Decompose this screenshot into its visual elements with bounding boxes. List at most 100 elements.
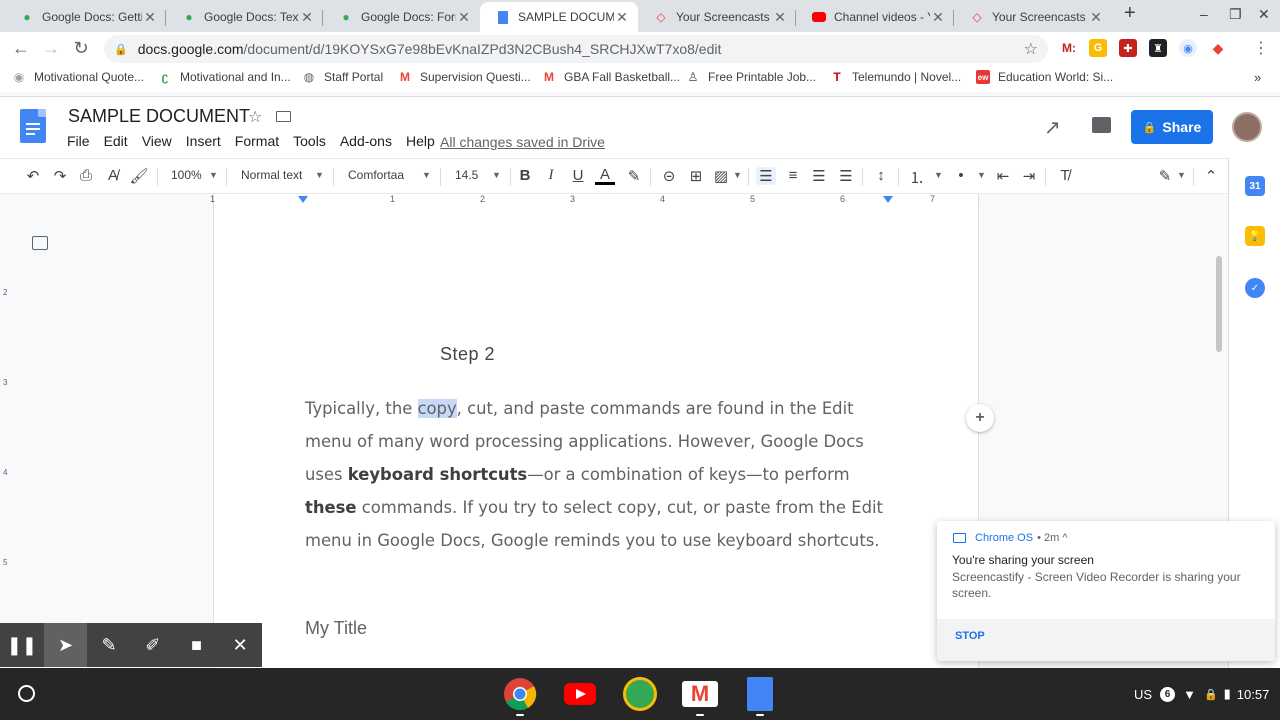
bold-icon[interactable]: B <box>515 167 535 184</box>
docs-logo-icon[interactable] <box>20 109 46 143</box>
back-icon[interactable]: ← <box>10 38 32 59</box>
extension-icon[interactable]: ◉ <box>1179 39 1197 57</box>
spellcheck-icon[interactable]: A̸ <box>103 167 123 184</box>
avatar[interactable] <box>1232 112 1262 142</box>
print-icon[interactable]: ⎙ <box>76 167 96 184</box>
bookmark-item[interactable]: ew Education World: Si... <box>976 70 1113 84</box>
menu-tools[interactable]: Tools <box>286 133 333 149</box>
menu-help[interactable]: Help <box>399 133 442 149</box>
paint-format-icon[interactable]: 🖌 <box>129 167 149 185</box>
highlight-icon[interactable]: ✎ <box>624 167 644 185</box>
align-left-icon[interactable]: ☰ <box>756 167 776 185</box>
restore-icon[interactable]: ❐ <box>1229 6 1242 23</box>
activity-dashboard-icon[interactable]: ↗ <box>1044 115 1061 140</box>
menu-format[interactable]: Format <box>228 133 286 149</box>
insert-image-icon[interactable]: ▨ <box>711 167 731 185</box>
clear-formatting-icon[interactable]: T̸ <box>1055 167 1075 184</box>
calendar-icon[interactable]: 31 <box>1245 176 1265 196</box>
bookmark-item[interactable]: ◉ Motivational Quote... <box>12 70 144 84</box>
chrome-icon[interactable] <box>502 676 538 712</box>
undo-icon[interactable]: ↶ <box>23 167 43 185</box>
close-tab-icon[interactable]: ✕ <box>614 9 630 26</box>
collapse-menus-icon[interactable]: ⌃ <box>1201 167 1221 185</box>
menu-insert[interactable]: Insert <box>179 133 228 149</box>
text-color-icon[interactable]: A <box>595 167 615 185</box>
menu-addons[interactable]: Add-ons <box>333 133 399 149</box>
redo-icon[interactable]: ↷ <box>50 167 70 185</box>
youtube-icon[interactable] <box>562 676 598 712</box>
close-window-icon[interactable]: ✕ <box>1258 6 1270 23</box>
notification-meta[interactable]: • 2m ^ <box>1037 532 1067 544</box>
star-icon[interactable]: ☆ <box>248 107 262 127</box>
menu-view[interactable]: View <box>135 133 179 149</box>
close-tab-icon[interactable]: ✕ <box>299 9 315 26</box>
justify-icon[interactable]: ☰ <box>836 167 856 185</box>
highlighter-icon[interactable]: ✐ <box>131 623 175 667</box>
status-tray[interactable]: US 6 ▼ 🔒 ▮ 10:57 <box>1134 680 1269 708</box>
share-button[interactable]: 🔒 Share <box>1131 110 1213 144</box>
decrease-indent-icon[interactable]: ⇤ <box>993 167 1013 185</box>
close-tab-icon[interactable]: ✕ <box>142 9 158 26</box>
line-spacing-icon[interactable]: ↕ <box>871 167 891 184</box>
browser-tab[interactable]: ◇ Your Screencasts - ✕ <box>638 2 796 32</box>
browser-tab[interactable]: Channel videos - Yo ✕ <box>796 2 954 32</box>
right-indent-marker[interactable] <box>883 196 893 203</box>
close-tab-icon[interactable]: ✕ <box>772 9 788 26</box>
align-center-icon[interactable]: ≡ <box>783 167 803 184</box>
insert-comment-icon[interactable]: ⊞ <box>686 167 706 185</box>
forward-icon[interactable]: → <box>40 38 62 59</box>
document-title[interactable]: SAMPLE DOCUMENT <box>68 106 250 127</box>
extension-icon[interactable]: G <box>1089 39 1107 57</box>
link-icon[interactable]: ⊝ <box>659 167 679 185</box>
save-status[interactable]: All changes saved in Drive <box>440 134 605 150</box>
italic-icon[interactable]: I <box>541 167 561 184</box>
move-folder-icon[interactable] <box>276 111 291 122</box>
bookmark-item[interactable]: ʗ Motivational and In... <box>158 70 291 84</box>
menu-file[interactable]: File <box>60 133 97 149</box>
close-icon[interactable]: ✕ <box>218 623 262 667</box>
menu-edit[interactable]: Edit <box>97 133 135 149</box>
bookmark-item[interactable]: ◍ Staff Portal <box>302 70 383 84</box>
browser-tab[interactable]: ◇ Your Screencasts - ✕ <box>954 2 1112 32</box>
minimize-icon[interactable]: – <box>1200 6 1208 22</box>
bookmark-item[interactable]: M Supervision Questi... <box>398 70 531 84</box>
increase-indent-icon[interactable]: ⇥ <box>1019 167 1039 185</box>
launcher-icon[interactable] <box>18 685 35 702</box>
reload-icon[interactable]: ↻ <box>70 38 92 59</box>
docs-icon[interactable] <box>742 676 778 712</box>
tasks-icon[interactable]: ✓ <box>1245 278 1265 298</box>
extension-icon[interactable]: ♜ <box>1149 39 1167 57</box>
close-tab-icon[interactable]: ✕ <box>930 9 946 26</box>
pen-icon[interactable]: ✎ <box>87 623 131 667</box>
bulleted-list-icon[interactable]: • <box>951 167 971 184</box>
align-right-icon[interactable]: ☰ <box>809 167 829 185</box>
browser-tab[interactable]: ● Google Docs: Getti ✕ <box>4 2 166 32</box>
font-select[interactable]: Comfortaa <box>348 168 404 182</box>
browser-tab[interactable]: ● Google Docs: Text f ✕ <box>166 2 323 32</box>
classroom-icon[interactable] <box>622 676 658 712</box>
close-tab-icon[interactable]: ✕ <box>1088 9 1104 26</box>
paragraph-style-select[interactable]: Normal text <box>241 168 302 182</box>
underline-icon[interactable]: U <box>568 167 588 184</box>
comment-history-icon[interactable] <box>1092 117 1111 133</box>
numbered-list-icon[interactable]: ⒈ <box>907 167 927 188</box>
browser-tab-active[interactable]: SAMPLE DOCUMEN ✕ <box>480 2 638 32</box>
editing-mode-icon[interactable]: ✎ <box>1155 167 1175 185</box>
bookmark-item[interactable]: ♙ Free Printable Job... <box>686 70 816 84</box>
zoom-select[interactable]: 100% <box>171 168 202 182</box>
more-bookmarks-icon[interactable]: » <box>1254 70 1261 85</box>
address-bar[interactable]: 🔒 docs.google.com/document/d/19KOYSxG7e9… <box>104 35 1048 63</box>
pause-icon[interactable]: ❚❚ <box>0 623 44 667</box>
add-comment-icon[interactable]: + <box>966 404 994 432</box>
new-tab-icon[interactable]: + <box>1124 2 1136 25</box>
bookmark-item[interactable]: T Telemundo | Novel... <box>830 70 961 84</box>
extension-m-icon[interactable]: M: <box>1060 39 1078 57</box>
extension-icon[interactable]: ✚ <box>1119 39 1137 57</box>
gmail-icon[interactable]: M <box>682 676 718 712</box>
bookmark-star-icon[interactable]: ☆ <box>1024 39 1038 59</box>
close-tab-icon[interactable]: ✕ <box>456 9 472 26</box>
cursor-icon[interactable]: ➤ <box>43 623 88 667</box>
scrollbar-thumb[interactable] <box>1216 256 1222 352</box>
bookmark-item[interactable]: M GBA Fall Basketball... <box>542 70 680 84</box>
keep-icon[interactable]: 💡 <box>1245 226 1265 246</box>
